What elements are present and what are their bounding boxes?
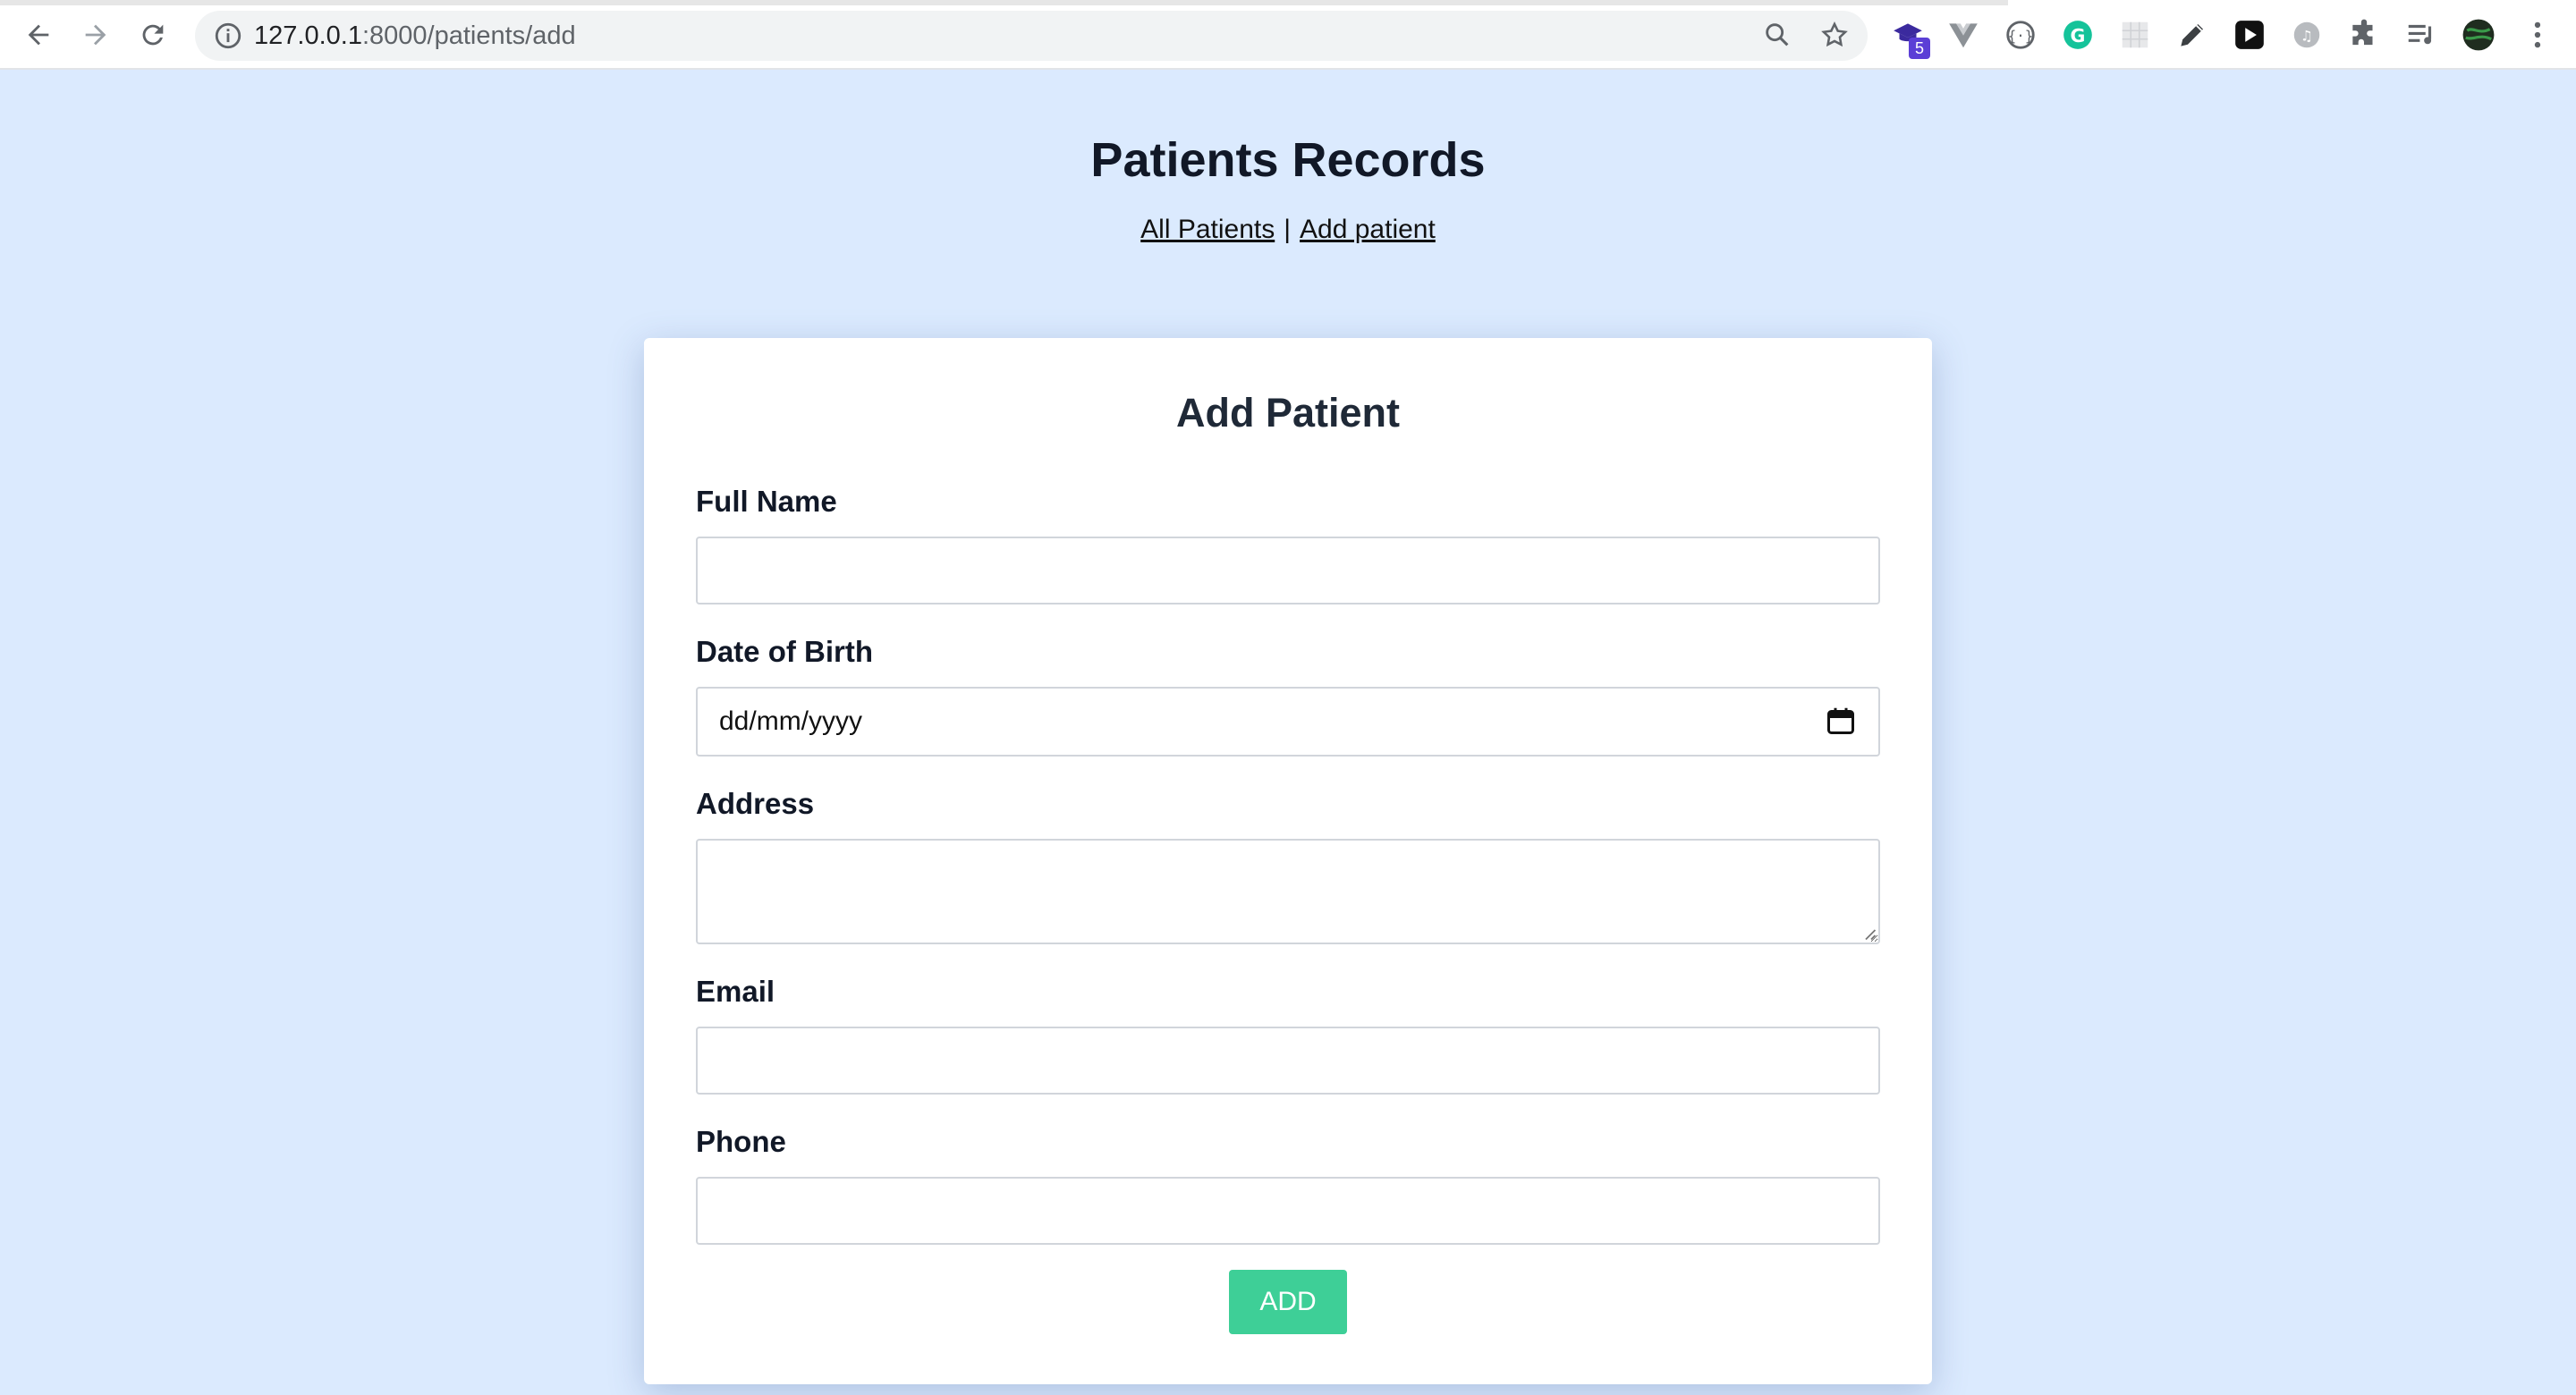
- email-input[interactable]: [696, 1027, 1880, 1095]
- playlist-icon: [2408, 24, 2432, 45]
- address-textarea[interactable]: [696, 839, 1880, 944]
- date-placeholder: dd/mm/yyyy: [719, 706, 863, 736]
- full-name-input[interactable]: [696, 537, 1880, 604]
- add-button[interactable]: ADD: [1229, 1270, 1347, 1334]
- nav-separator: |: [1284, 215, 1292, 244]
- info-icon[interactable]: [213, 21, 243, 51]
- address-wrapper: [696, 839, 1880, 944]
- reload-icon: [142, 24, 164, 46]
- extension-play-icon[interactable]: [2233, 18, 2267, 52]
- vue-icon: [1949, 23, 1978, 48]
- email-label: Email: [696, 975, 775, 1008]
- play-icon: [2235, 21, 2264, 49]
- add-patient-link[interactable]: Add patient: [1300, 215, 1436, 244]
- music-disc-icon: ♫: [2293, 21, 2320, 48]
- extension-code-icon[interactable]: {·}: [2004, 18, 2038, 52]
- browser-toolbar: 127.0.0.1:8000/patients/add 5 {·} G ♫: [0, 0, 2576, 70]
- extensions-menu-button[interactable]: [2347, 18, 2381, 52]
- all-patients-link[interactable]: All Patients: [1140, 215, 1275, 244]
- arrow-left-icon: [28, 24, 49, 46]
- extension-pen-icon[interactable]: [2175, 18, 2209, 52]
- extension-music-icon[interactable]: ♫: [2290, 18, 2324, 52]
- extension-grammarly-icon[interactable]: G: [2061, 18, 2095, 52]
- top-navigation: All Patients | Add patient: [0, 215, 2576, 245]
- svg-text:G: G: [2071, 25, 2086, 46]
- url-path: :8000/patients/add: [361, 21, 576, 50]
- avatar-icon: [2462, 19, 2495, 51]
- phone-input[interactable]: [696, 1177, 1880, 1245]
- url-text[interactable]: 127.0.0.1:8000/patients/add: [254, 11, 576, 61]
- media-control-button[interactable]: [2404, 18, 2438, 52]
- add-patient-card: Add Patient Full Name Date of Birth dd/m…: [644, 338, 1932, 1384]
- page-title: Patients Records: [1090, 133, 1486, 187]
- forward-button[interactable]: [75, 14, 116, 55]
- pencil-icon: [2181, 23, 2204, 46]
- date-of-birth-input[interactable]: dd/mm/yyyy: [696, 687, 1880, 757]
- arrow-right-icon: [85, 24, 106, 46]
- full-name-label: Full Name: [696, 485, 837, 518]
- resize-grip-icon[interactable]: [1860, 925, 1877, 941]
- code-circle-icon: {·}: [2006, 21, 2035, 49]
- svg-text:♫: ♫: [2301, 27, 2313, 44]
- puzzle-icon: [2352, 19, 2373, 46]
- zoom-icon[interactable]: [1762, 20, 1792, 50]
- profile-avatar[interactable]: [2462, 18, 2496, 52]
- reload-button[interactable]: [132, 14, 174, 55]
- calendar-icon[interactable]: [1825, 705, 1857, 737]
- grid-pattern-icon: [2122, 21, 2148, 48]
- address-bar[interactable]: 127.0.0.1:8000/patients/add: [195, 11, 1868, 61]
- loading-bar: [0, 0, 2008, 5]
- browser-menu-button[interactable]: [2521, 18, 2555, 52]
- date-of-birth-label: Date of Birth: [696, 635, 873, 668]
- svg-text:{·}: {·}: [2008, 27, 2034, 44]
- extension-grid-icon[interactable]: [2118, 18, 2152, 52]
- grammarly-icon: G: [2063, 21, 2092, 49]
- phone-label: Phone: [696, 1125, 786, 1158]
- bookmark-star-icon[interactable]: [1819, 20, 1850, 50]
- extension-badge: 5: [1909, 38, 1930, 59]
- address-label: Address: [696, 787, 815, 820]
- url-host: 127.0.0.1: [254, 21, 362, 50]
- kebab-menu-icon: [2534, 21, 2541, 48]
- back-button[interactable]: [18, 14, 59, 55]
- extension-vue-icon[interactable]: [1946, 18, 1980, 52]
- form-title: Add Patient: [1175, 390, 1400, 435]
